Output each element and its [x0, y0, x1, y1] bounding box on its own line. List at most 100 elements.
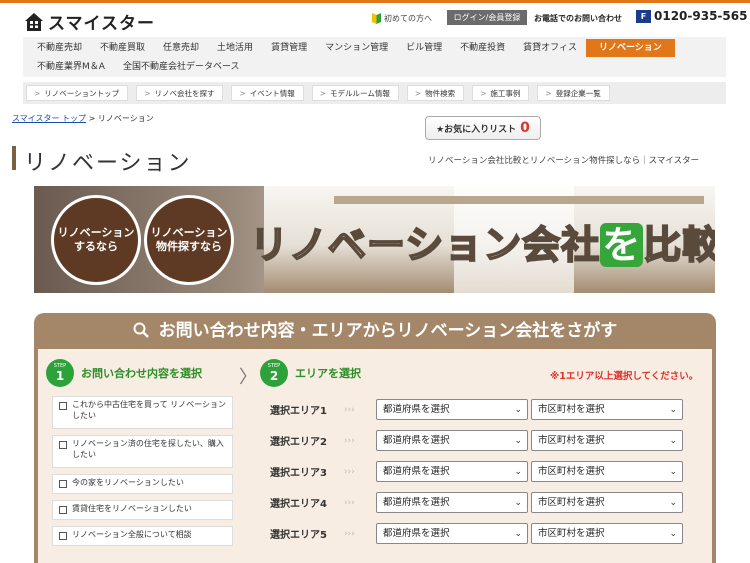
sub-nav-item-label: 施工事例	[490, 89, 521, 98]
chevron-right-icon: >	[414, 89, 422, 98]
city-select-value: 市区町村を選択	[538, 497, 605, 508]
nav-item-8[interactable]: 賃貸オフィス	[514, 39, 586, 57]
favorite-list-button[interactable]: ★お気に入りリスト 0	[425, 116, 541, 140]
nav-item-row2-1[interactable]: 全国不動産会社データベース	[114, 58, 249, 76]
nav-item-0[interactable]: 不動産売却	[28, 39, 91, 57]
nav-item-4[interactable]: 賃貸管理	[262, 39, 316, 57]
sub-nav-item-0[interactable]: > リノベーショントップ	[26, 85, 129, 101]
banner-ceiling-beam	[334, 196, 704, 204]
sub-nav: > リノベーショントップ > リノベ会社を探す > イベント情報 > モデルルーム情報 > 物件検…	[23, 82, 726, 104]
banner-circle-property[interactable]: リノベーション 物件探すなら	[144, 195, 234, 285]
checkbox-icon[interactable]	[59, 402, 67, 410]
chevron-down-icon: ⌄	[514, 529, 522, 539]
page-tagline: リノベーション会社比較とリノベーション物件探しなら｜スマイスター	[428, 156, 700, 166]
city-select[interactable]: 市区町村を選択 ⌄	[531, 461, 683, 482]
breadcrumb-separator: >	[86, 114, 98, 123]
inquiry-checkbox-label: これから中古住宅を買って リノベーションしたい	[72, 400, 226, 420]
nav-item-5[interactable]: マンション管理	[316, 39, 397, 57]
favorite-count: 0	[520, 120, 530, 136]
checkbox-icon[interactable]	[59, 441, 67, 449]
inquiry-checkbox-3[interactable]: 賃貸住宅をリノベーションしたい	[52, 500, 233, 520]
area-row-3: 選択エリア3 ››› 都道府県を選択 ⌄ 市区町村を選択 ⌄	[264, 460, 686, 483]
freedial-icon: F	[636, 9, 651, 23]
sub-nav-item-label: 登録企業一覧	[555, 89, 601, 98]
checkbox-icon[interactable]	[59, 532, 67, 540]
inquiry-checkbox-1[interactable]: リノベーション済の住宅を探したい、購入したい	[52, 435, 233, 468]
checkbox-icon[interactable]	[59, 506, 67, 514]
login-register-button[interactable]: ログイン/会員登録	[447, 10, 527, 25]
prefecture-select-value: 都道府県を選択	[383, 497, 450, 508]
checkbox-icon[interactable]	[59, 480, 67, 488]
logo-text: スマイスター	[48, 14, 155, 34]
chevron-right-icon: >	[545, 89, 552, 98]
prefecture-select[interactable]: 都道府県を選択 ⌄	[376, 399, 528, 420]
chevron-right-icon: >	[239, 89, 246, 98]
step-2-badge: STEP 2	[260, 359, 288, 387]
inquiry-checkbox-2[interactable]: 今の家をリノベーションしたい	[52, 474, 233, 494]
nav-item-row2-0[interactable]: 不動産業界M＆A	[28, 58, 114, 76]
city-select[interactable]: 市区町村を選択 ⌄	[531, 399, 683, 420]
first-time-link[interactable]: 初めての方へ	[372, 13, 432, 24]
sub-nav-item-1[interactable]: > リノベ会社を探す	[136, 85, 224, 101]
area-row-label: 選択エリア2	[270, 437, 327, 448]
prefecture-select[interactable]: 都道府県を選択 ⌄	[376, 430, 528, 451]
inquiry-checkbox-0[interactable]: これから中古住宅を買って リノベーションしたい	[52, 396, 233, 429]
city-select-value: 市区町村を選択	[538, 466, 605, 477]
nav-item-2[interactable]: 任意売却	[154, 39, 208, 57]
banner-headline-a: リノベーション会社	[249, 222, 601, 268]
sub-nav-item-3[interactable]: > モデルルーム情報	[311, 85, 399, 101]
city-select-value: 市区町村を選択	[538, 404, 605, 415]
chevron-right-icon: >	[319, 89, 327, 98]
area-row-1: 選択エリア1 ››› 都道府県を選択 ⌄ 市区町村を選択 ⌄	[264, 398, 686, 421]
area-row-2: 選択エリア2 ››› 都道府県を選択 ⌄ 市区町村を選択 ⌄	[264, 429, 686, 452]
prefecture-select[interactable]: 都道府県を選択 ⌄	[376, 523, 528, 544]
beginner-mark-icon	[372, 13, 381, 24]
nav-item-9[interactable]: リノベーション	[585, 39, 675, 57]
breadcrumb-current: リノベーション	[97, 114, 154, 123]
nav-item-3[interactable]: 土地活用	[208, 39, 262, 57]
banner-headline: リノベーション会社を比較	[249, 214, 715, 269]
triple-chevron-icon: ›››	[344, 528, 355, 539]
phone-number[interactable]: F 0120-935-565	[636, 9, 747, 23]
chevron-right-icon: >	[144, 89, 151, 98]
breadcrumb-home-link[interactable]: スマイスター トップ	[12, 114, 86, 123]
chevron-down-icon: ⌄	[514, 405, 522, 415]
site-logo[interactable]: スマイスター	[24, 9, 155, 34]
phone-label: お電話でのお問い合わせ	[534, 14, 622, 23]
search-icon	[133, 322, 149, 338]
sub-nav-item-5[interactable]: > 施工事例	[472, 85, 530, 101]
chevron-down-icon: ⌄	[669, 498, 677, 508]
prefecture-select-value: 都道府県を選択	[383, 466, 450, 477]
sub-nav-item-label: 物件検索	[425, 89, 456, 98]
search-panel-heading-text: お問い合わせ内容・エリアからリノベーション会社をさがす	[158, 321, 618, 341]
page-title: リノベーション	[24, 151, 192, 176]
nav-item-7[interactable]: 不動産投資	[451, 39, 514, 57]
inquiry-checkbox-label: リノベーション済の住宅を探したい、購入したい	[72, 439, 224, 459]
chevron-down-icon: ⌄	[514, 467, 522, 477]
banner-circle-renovate[interactable]: リノベーション するなら	[51, 195, 141, 285]
sub-nav-item-label: リノベ会社を探す	[154, 89, 215, 98]
phone-number-text: 0120-935-565	[654, 9, 748, 23]
sub-nav-item-2[interactable]: > イベント情報	[231, 85, 304, 101]
city-select[interactable]: 市区町村を選択 ⌄	[531, 492, 683, 513]
city-select[interactable]: 市区町村を選択 ⌄	[531, 523, 683, 544]
step-1-number: 1	[55, 369, 65, 383]
inquiry-checkbox-4[interactable]: リノベーション全般について相談	[52, 526, 233, 546]
step-1: STEP 1 お問い合わせ内容を選択	[46, 359, 202, 387]
breadcrumb: スマイスター トップ > リノベーション	[12, 113, 154, 124]
area-required-note: ※1エリア以上選択してください。	[550, 371, 699, 382]
prefecture-select[interactable]: 都道府県を選択 ⌄	[376, 492, 528, 513]
area-row-5: 選択エリア5 ››› 都道府県を選択 ⌄ 市区町村を選択 ⌄	[264, 522, 686, 545]
favorite-list-label: ★お気に入りリスト	[436, 124, 517, 135]
area-row-label: 選択エリア3	[270, 468, 327, 479]
city-select-value: 市区町村を選択	[538, 435, 605, 446]
nav-item-1[interactable]: 不動産買取	[91, 39, 154, 57]
house-logo-icon	[25, 12, 43, 31]
sub-nav-item-4[interactable]: > 物件検索	[406, 85, 465, 101]
step-2-number: 2	[269, 369, 279, 383]
prefecture-select[interactable]: 都道府県を選択 ⌄	[376, 461, 528, 482]
sub-nav-item-6[interactable]: > 登録企業一覧	[537, 85, 610, 101]
nav-item-6[interactable]: ビル管理	[397, 39, 451, 57]
search-panel: お問い合わせ内容・エリアからリノベーション会社をさがす STEP 1 お問い合わ…	[34, 313, 716, 563]
city-select[interactable]: 市区町村を選択 ⌄	[531, 430, 683, 451]
